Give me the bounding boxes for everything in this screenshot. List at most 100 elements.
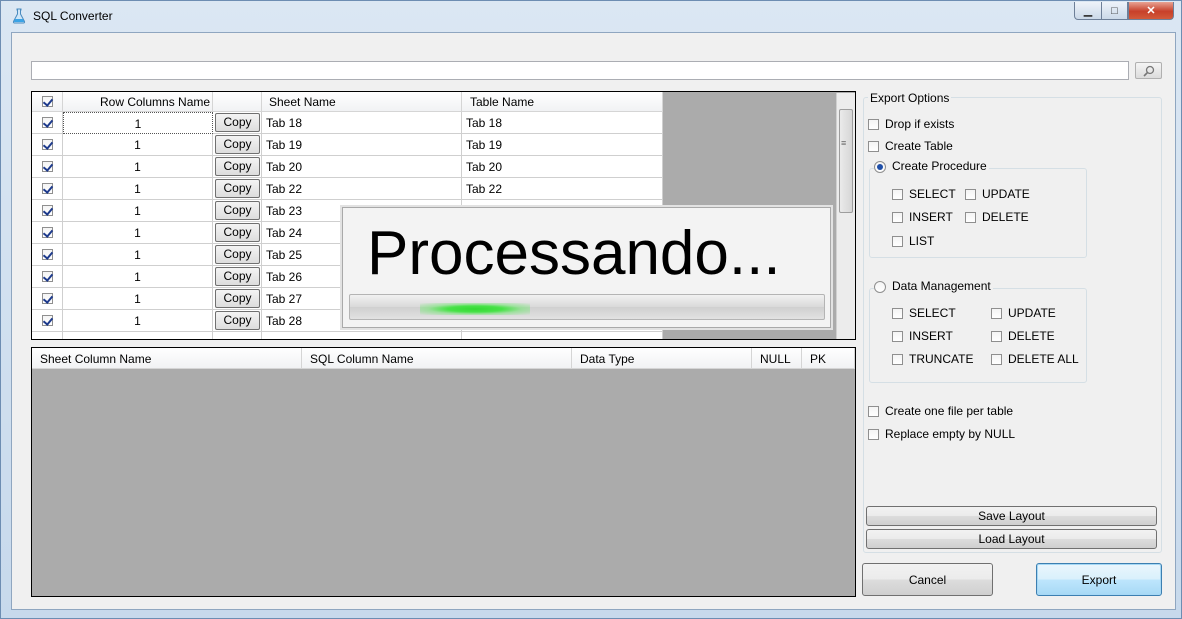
table-name-cell[interactable]: Tab 19 <box>462 134 663 156</box>
proc-update-checkbox[interactable] <box>965 189 976 200</box>
sheet-name-cell[interactable]: Tab 22 <box>262 178 462 200</box>
dm-insert-option[interactable]: INSERT <box>892 330 953 343</box>
sheets-grid-scrollbar[interactable]: ≡ <box>836 93 855 339</box>
dm-update-option[interactable]: UPDATE <box>991 307 1056 320</box>
row-columns-name-cell[interactable]: 1 <box>63 310 213 332</box>
header-sheet-name[interactable]: Sheet Name <box>262 92 462 112</box>
row-select-cell[interactable] <box>32 200 63 222</box>
search-input[interactable] <box>31 61 1129 80</box>
sheet-name-cell[interactable]: Tab 18 <box>262 112 462 134</box>
copy-button[interactable]: Copy <box>215 311 260 330</box>
copy-button[interactable]: Copy <box>215 113 260 132</box>
proc-select-checkbox[interactable] <box>892 189 903 200</box>
select-all-checkbox[interactable] <box>42 96 53 107</box>
proc-insert-checkbox[interactable] <box>892 212 903 223</box>
dm-update-checkbox[interactable] <box>991 308 1002 319</box>
row-select-checkbox[interactable] <box>42 161 53 172</box>
header-pk[interactable]: PK <box>802 348 855 369</box>
proc-insert-option[interactable]: INSERT <box>892 211 953 224</box>
row-select-checkbox[interactable] <box>42 227 53 238</box>
row-columns-name-cell[interactable]: 1 <box>63 222 213 244</box>
dm-select-option[interactable]: SELECT <box>892 307 956 320</box>
header-null[interactable]: NULL <box>752 348 802 369</box>
one-file-per-table-option[interactable]: Create one file per table <box>868 405 1013 418</box>
proc-select-option[interactable]: SELECT <box>892 188 956 201</box>
row-select-cell[interactable] <box>32 266 63 288</box>
dm-truncate-option[interactable]: TRUNCATE <box>892 353 973 366</box>
header-data-type[interactable]: Data Type <box>572 348 752 369</box>
row-select-checkbox[interactable] <box>42 249 53 260</box>
copy-button[interactable]: Copy <box>215 267 260 286</box>
table-name-cell[interactable]: Tab 22 <box>462 178 663 200</box>
table-name-cell[interactable]: Tab 18 <box>462 112 663 134</box>
copy-button[interactable]: Copy <box>215 245 260 264</box>
dm-truncate-checkbox[interactable] <box>892 354 903 365</box>
row-select-checkbox[interactable] <box>42 271 53 282</box>
drop-if-exists-option[interactable]: Drop if exists <box>868 118 954 131</box>
row-select-cell[interactable] <box>32 310 63 332</box>
row-select-cell[interactable] <box>32 222 63 244</box>
replace-empty-null-checkbox[interactable] <box>868 429 879 440</box>
row-select-cell[interactable] <box>32 134 63 156</box>
row-columns-name-cell[interactable]: 1 <box>63 244 213 266</box>
copy-button[interactable]: Copy <box>215 289 260 308</box>
create-procedure-option[interactable]: Create Procedure <box>874 160 989 173</box>
copy-button[interactable]: Copy <box>215 157 260 176</box>
row-select-cell[interactable] <box>32 156 63 178</box>
row-select-cell[interactable] <box>32 178 63 200</box>
row-columns-name-cell[interactable]: 1 <box>63 156 213 178</box>
save-layout-button[interactable]: Save Layout <box>866 506 1157 526</box>
table-row[interactable]: 1 Copy Tab 18 Tab 18 <box>32 112 663 134</box>
copy-button[interactable]: Copy <box>215 223 260 242</box>
replace-empty-null-option[interactable]: Replace empty by NULL <box>868 428 1015 441</box>
data-management-radio[interactable] <box>874 280 886 293</box>
cancel-button[interactable]: Cancel <box>862 563 993 596</box>
header-table-name[interactable]: Table Name <box>462 92 663 112</box>
row-columns-name-cell[interactable]: 1 <box>63 266 213 288</box>
header-sheet-column-name[interactable]: Sheet Column Name <box>32 348 302 369</box>
row-select-checkbox[interactable] <box>42 205 53 216</box>
row-select-cell[interactable] <box>32 288 63 310</box>
row-select-checkbox[interactable] <box>42 117 53 128</box>
proc-list-checkbox[interactable] <box>892 236 903 247</box>
header-select-all[interactable] <box>32 92 63 112</box>
dm-delete-all-option[interactable]: DELETE ALL <box>991 353 1079 366</box>
header-copy[interactable] <box>213 92 262 112</box>
dm-delete-all-checkbox[interactable] <box>991 354 1002 365</box>
sheet-name-cell[interactable]: Tab 19 <box>262 134 462 156</box>
sheet-name-cell[interactable]: Tab 20 <box>262 156 462 178</box>
proc-update-option[interactable]: UPDATE <box>965 188 1030 201</box>
load-layout-button[interactable]: Load Layout <box>866 529 1157 549</box>
table-name-cell[interactable]: Tab 20 <box>462 156 663 178</box>
proc-delete-option[interactable]: DELETE <box>965 211 1029 224</box>
scrollbar-thumb[interactable] <box>839 109 853 213</box>
row-select-checkbox[interactable] <box>42 183 53 194</box>
row-columns-name-cell[interactable]: 1 <box>63 134 213 156</box>
copy-button[interactable]: Copy <box>215 201 260 220</box>
copy-button[interactable]: Copy <box>215 179 260 198</box>
row-select-checkbox[interactable] <box>42 139 53 150</box>
table-row[interactable]: 1 Copy Tab 22 Tab 22 <box>32 178 663 200</box>
one-file-per-table-checkbox[interactable] <box>868 406 879 417</box>
create-procedure-radio[interactable] <box>874 160 886 173</box>
columns-grid[interactable]: Sheet Column Name SQL Column Name Data T… <box>31 347 856 597</box>
search-button[interactable] <box>1135 62 1162 79</box>
maximize-button[interactable]: □ <box>1101 2 1128 20</box>
table-row-partial[interactable] <box>32 332 663 339</box>
row-select-checkbox[interactable] <box>42 315 53 326</box>
dm-insert-checkbox[interactable] <box>892 331 903 342</box>
create-table-option[interactable]: Create Table <box>868 140 953 153</box>
copy-button[interactable]: Copy <box>215 135 260 154</box>
export-button[interactable]: Export <box>1036 563 1162 596</box>
dm-select-checkbox[interactable] <box>892 308 903 319</box>
row-columns-name-cell[interactable]: 1 <box>63 178 213 200</box>
close-button[interactable]: ✕ <box>1128 2 1174 20</box>
create-table-checkbox[interactable] <box>868 141 879 152</box>
row-columns-name-cell[interactable]: 1 <box>63 288 213 310</box>
table-row[interactable]: 1 Copy Tab 19 Tab 19 <box>32 134 663 156</box>
minimize-button[interactable]: ▁ <box>1074 2 1102 20</box>
row-columns-name-cell[interactable]: 1 <box>63 200 213 222</box>
row-select-checkbox[interactable] <box>42 293 53 304</box>
drop-if-exists-checkbox[interactable] <box>868 119 879 130</box>
dm-delete-option[interactable]: DELETE <box>991 330 1055 343</box>
